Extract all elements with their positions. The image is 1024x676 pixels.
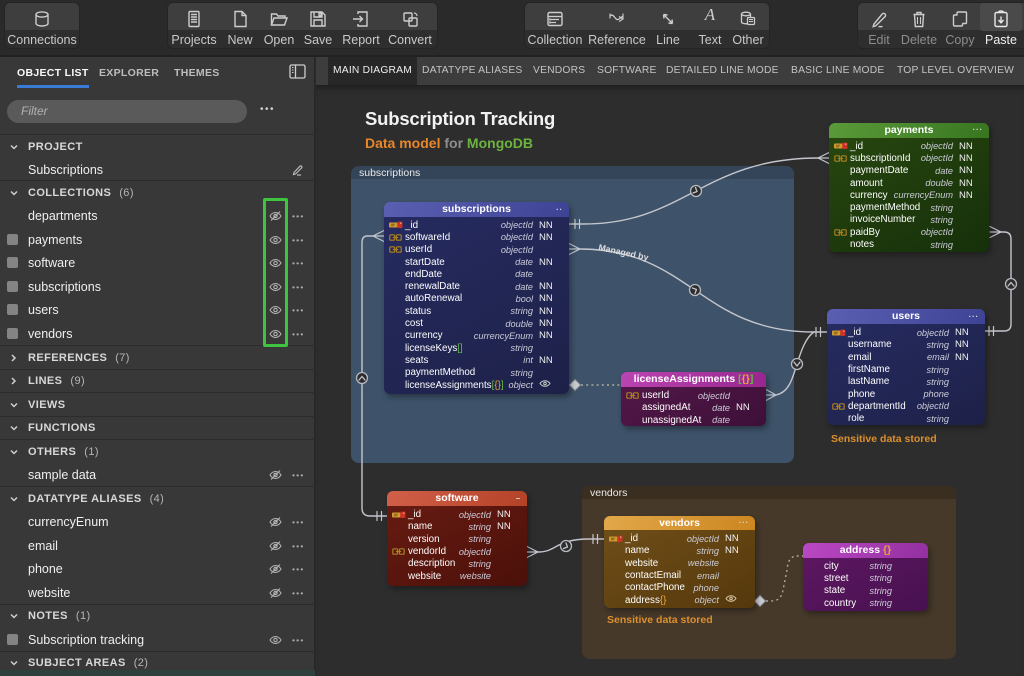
svg-text:Managed by: Managed by bbox=[598, 242, 650, 262]
